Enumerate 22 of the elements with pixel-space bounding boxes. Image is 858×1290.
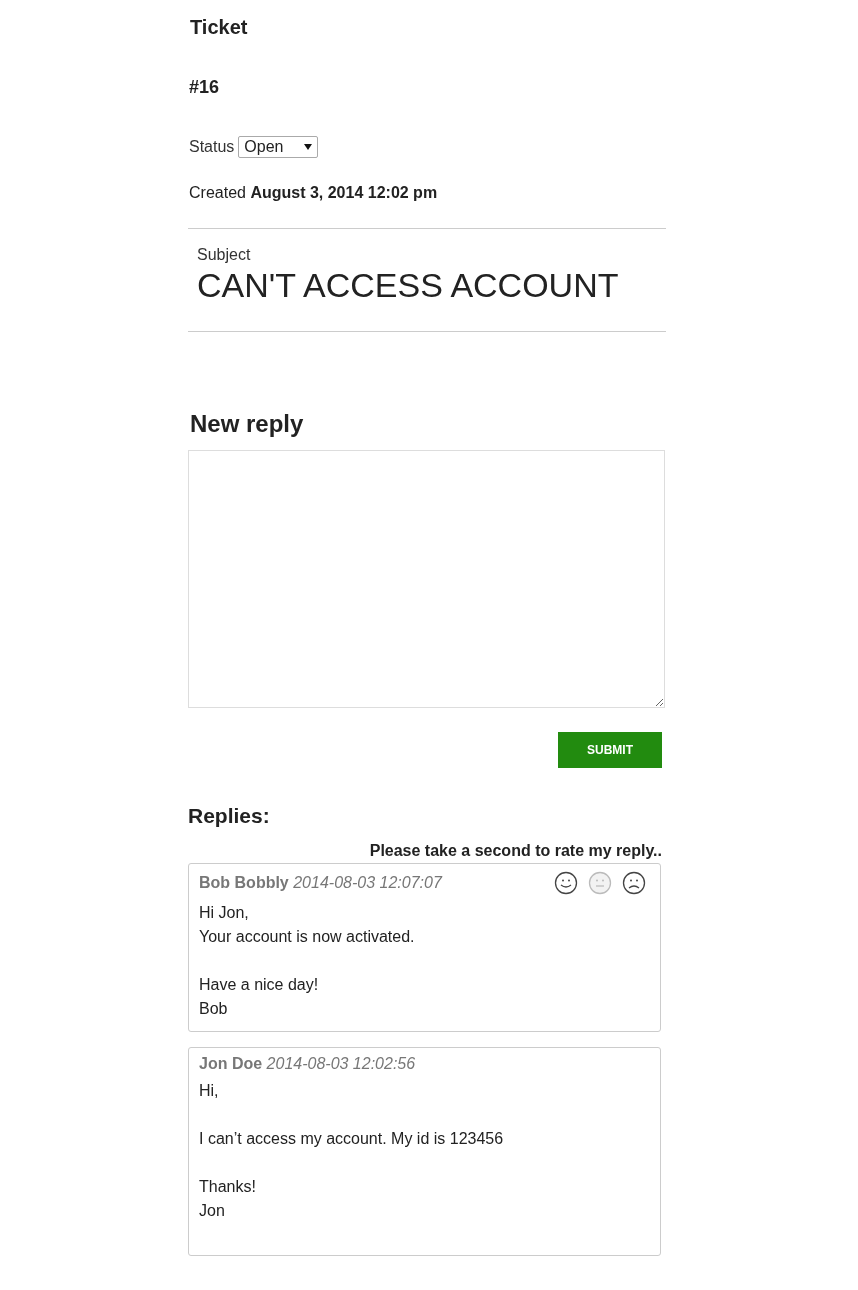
new-reply-heading: New reply bbox=[189, 410, 305, 438]
submit-button[interactable]: SUBMIT bbox=[558, 732, 662, 768]
happy-face-icon[interactable] bbox=[554, 871, 578, 895]
rating-prompt: Please take a second to rate my reply.. bbox=[369, 842, 663, 860]
sad-face-icon[interactable] bbox=[622, 871, 646, 895]
caret-icon bbox=[304, 144, 313, 150]
subject-label: Subject bbox=[197, 246, 252, 264]
status-dropdown[interactable]: Open bbox=[238, 136, 319, 158]
created-text: Created August 3, 2014 12:02 pm bbox=[188, 184, 439, 202]
subject-text: CAN'T ACCESS ACCOUNT bbox=[197, 266, 620, 305]
reply-message: Have a nice day! Bob bbox=[199, 975, 320, 1019]
reply-message: Thanks! Jon bbox=[199, 1177, 257, 1221]
reply-meta: Bob Bobbly 2014-08-03 12:07:07 bbox=[199, 874, 442, 892]
reply-message: Hi Jon, Your account is now activated. bbox=[199, 903, 416, 947]
reply-input[interactable] bbox=[188, 450, 665, 708]
ticket-heading: Ticket bbox=[189, 16, 249, 39]
reply-meta: Jon Doe 2014-08-03 12:02:56 bbox=[199, 1055, 416, 1073]
reply-message: Hi, bbox=[199, 1081, 220, 1101]
status-label: Status bbox=[189, 138, 235, 156]
ticket-number: #16 bbox=[188, 77, 221, 98]
replies-heading: Replies: bbox=[188, 804, 271, 828]
reply-message: I can’t access my account. My id is 123456 bbox=[199, 1129, 505, 1149]
